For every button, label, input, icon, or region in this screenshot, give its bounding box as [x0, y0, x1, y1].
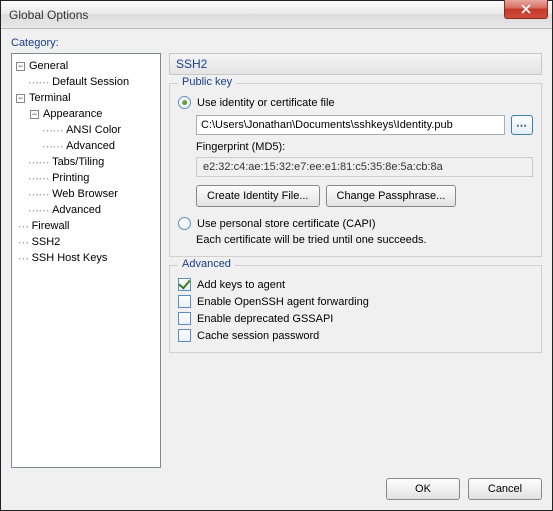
advanced-group-title: Advanced	[178, 258, 235, 270]
close-icon	[521, 4, 531, 14]
tree-item-firewall[interactable]: ⋯ Firewall	[14, 218, 158, 234]
add-keys-label: Add keys to agent	[197, 279, 285, 291]
cache-pwd-row[interactable]: Cache session password	[178, 329, 533, 342]
use-identity-radio-row[interactable]: Use identity or certificate file	[178, 96, 533, 109]
tree-item-appearance-advanced[interactable]: ⋯⋯ Advanced	[14, 138, 158, 154]
gssapi-label: Enable deprecated GSSAPI	[197, 313, 333, 325]
category-tree[interactable]: − General ⋯⋯ Default Session − Terminal …	[11, 53, 161, 468]
fingerprint-value: e2:32:c4:ae:15:32:e7:ee:e1:81:c5:35:8e:5…	[196, 157, 533, 177]
browse-button[interactable]: ⋯	[511, 115, 533, 135]
ellipsis-icon: ⋯	[516, 119, 528, 132]
client-area: Category: − General ⋯⋯ Default Session −…	[1, 29, 552, 510]
window-title: Global Options	[9, 8, 88, 22]
tree-item-ssh-host-keys[interactable]: ⋯ SSH Host Keys	[14, 250, 158, 266]
advanced-group: Advanced Add keys to agent Enable OpenSS…	[169, 265, 542, 353]
tree-item-default-session[interactable]: ⋯⋯ Default Session	[14, 74, 158, 90]
capi-note: Each certificate will be tried until one…	[196, 234, 533, 246]
use-identity-radio[interactable]	[178, 96, 191, 109]
add-keys-checkbox[interactable]	[178, 278, 191, 291]
use-capi-radio[interactable]	[178, 217, 191, 230]
minus-icon[interactable]: −	[16, 62, 25, 71]
use-capi-radio-row[interactable]: Use personal store certificate (CAPI)	[178, 217, 533, 230]
gssapi-row[interactable]: Enable deprecated GSSAPI	[178, 312, 533, 325]
public-key-group: Public key Use identity or certificate f…	[169, 83, 542, 257]
openssh-fwd-checkbox[interactable]	[178, 295, 191, 308]
tree-item-terminal[interactable]: − Terminal	[14, 90, 158, 106]
minus-icon[interactable]: −	[30, 110, 39, 119]
fingerprint-label: Fingerprint (MD5):	[196, 141, 533, 153]
titlebar[interactable]: Global Options	[1, 1, 552, 29]
use-capi-label: Use personal store certificate (CAPI)	[197, 218, 376, 230]
tree-item-terminal-advanced[interactable]: ⋯⋯ Advanced	[14, 202, 158, 218]
columns: − General ⋯⋯ Default Session − Terminal …	[11, 53, 542, 468]
close-button[interactable]	[504, 0, 548, 19]
category-label: Category:	[11, 37, 542, 49]
tree-item-general[interactable]: − General	[14, 58, 158, 74]
global-options-dialog: Global Options Category: − General ⋯⋯ De…	[0, 0, 553, 511]
openssh-fwd-label: Enable OpenSSH agent forwarding	[197, 296, 369, 308]
tree-item-appearance[interactable]: − Appearance	[14, 106, 158, 122]
identity-path-input[interactable]	[196, 115, 505, 135]
public-key-group-title: Public key	[178, 76, 236, 88]
create-identity-button[interactable]: Create Identity File...	[196, 185, 320, 207]
tree-item-printing[interactable]: ⋯⋯ Printing	[14, 170, 158, 186]
tree-item-tabs-tiling[interactable]: ⋯⋯ Tabs/Tiling	[14, 154, 158, 170]
use-identity-label: Use identity or certificate file	[197, 97, 335, 109]
cancel-button[interactable]: Cancel	[468, 478, 542, 500]
tree-item-web-browser[interactable]: ⋯⋯ Web Browser	[14, 186, 158, 202]
tree-item-ssh2[interactable]: ⋯ SSH2	[14, 234, 158, 250]
openssh-fwd-row[interactable]: Enable OpenSSH agent forwarding	[178, 295, 533, 308]
change-passphrase-button[interactable]: Change Passphrase...	[326, 185, 457, 207]
settings-panel: SSH2 Public key Use identity or certific…	[169, 53, 542, 468]
add-keys-row[interactable]: Add keys to agent	[178, 278, 533, 291]
tree-item-ansi-color[interactable]: ⋯⋯ ANSI Color	[14, 122, 158, 138]
cache-pwd-label: Cache session password	[197, 330, 319, 342]
panel-title: SSH2	[169, 53, 542, 75]
ok-button[interactable]: OK	[386, 478, 460, 500]
dialog-footer: OK Cancel	[11, 468, 542, 500]
minus-icon[interactable]: −	[16, 94, 25, 103]
gssapi-checkbox[interactable]	[178, 312, 191, 325]
cache-pwd-checkbox[interactable]	[178, 329, 191, 342]
